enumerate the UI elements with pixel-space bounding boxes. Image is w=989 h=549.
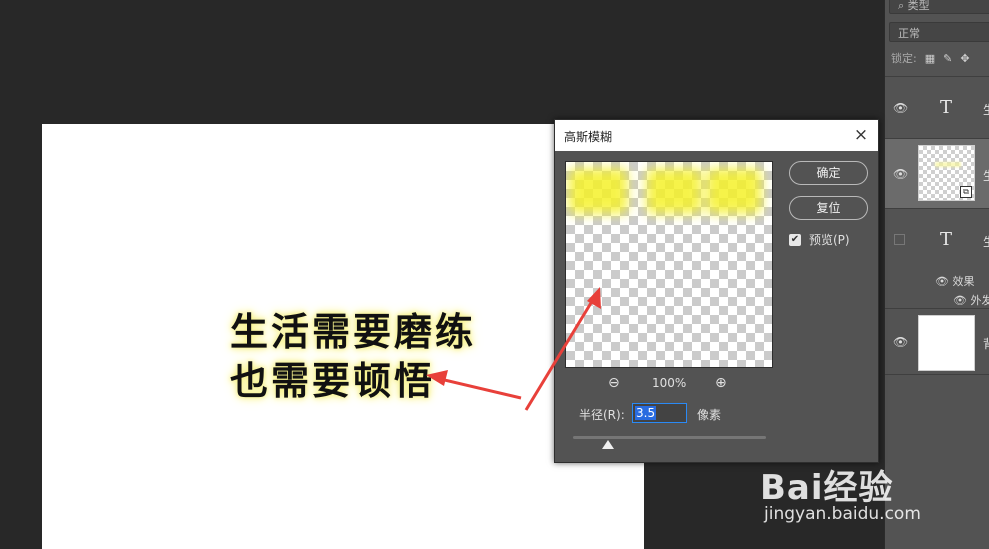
eye-icon[interactable]: 👁 xyxy=(893,167,908,181)
effect-item-row[interactable]: 👁 外发 xyxy=(953,292,989,308)
visibility-toggle-off[interactable] xyxy=(894,234,905,245)
text-layer-icon: T xyxy=(940,97,953,118)
radius-unit: 像素 xyxy=(697,408,722,422)
effects-label: 效果 xyxy=(952,275,975,288)
layer-kind-filter[interactable]: ⌕ 类型 xyxy=(889,0,989,14)
layer-name: 生 xyxy=(983,101,989,118)
radius-input[interactable]: 3.5 xyxy=(632,403,687,423)
blend-mode-select[interactable]: 正常 xyxy=(889,22,989,42)
layer-thumbnail: ⧉ xyxy=(918,145,975,201)
layer-row-text-1[interactable]: 👁 T 生 xyxy=(885,76,989,138)
smart-object-icon: ⧉ xyxy=(960,186,972,198)
effect-eye-icon[interactable]: 👁 xyxy=(953,294,967,307)
effects-eye-icon[interactable]: 👁 xyxy=(935,275,949,288)
lock-move-icon[interactable]: ✥ xyxy=(960,52,969,65)
lock-brush-icon[interactable]: ✎ xyxy=(943,52,952,65)
eye-icon[interactable]: 👁 xyxy=(893,335,908,349)
layer-name: 生 xyxy=(983,233,989,250)
effects-row[interactable]: 👁 效果 xyxy=(935,273,974,289)
blur-preview[interactable] xyxy=(565,161,773,368)
preview-glow-blob xyxy=(568,168,628,214)
layer-row-text-2[interactable]: T 生 👁 效果 👁 外发 xyxy=(885,208,989,308)
watermark-url: jingyan.baidu.com xyxy=(764,504,921,524)
lock-transparency-icon[interactable]: ▦ xyxy=(925,52,935,65)
watermark-brand: Bai经验 xyxy=(760,468,894,508)
canvas-text-line-2: 也需要顿悟 xyxy=(230,358,436,403)
effect-item-label: 外发 xyxy=(970,294,989,307)
layer-name: 生 xyxy=(983,167,989,184)
preview-glow-blob xyxy=(706,168,762,214)
radius-value: 3.5 xyxy=(635,406,657,420)
preview-checkbox-row[interactable]: ✔ 预览(P) xyxy=(789,231,850,248)
dialog-title: 高斯模糊 xyxy=(564,130,613,144)
radius-label: 半径(R): xyxy=(579,408,625,422)
text-layer-icon: T xyxy=(940,229,953,250)
gaussian-blur-dialog: 高斯模糊 × ⊖ 100% ⊕ 确定 复位 ✔ 预览(P) 半径(R): 3.5… xyxy=(554,119,879,463)
zoom-in-icon[interactable]: ⊕ xyxy=(715,375,727,391)
layer-name: 背 xyxy=(983,335,989,352)
zoom-out-icon[interactable]: ⊖ xyxy=(608,375,620,391)
thumbnail-glow xyxy=(935,162,961,167)
preview-label: 预览(P) xyxy=(809,233,850,247)
layer-row-smart-object[interactable]: 👁 ⧉ 生 xyxy=(885,138,989,208)
dialog-titlebar[interactable]: 高斯模糊 × xyxy=(555,120,878,151)
baidu-watermark: Bai经验 jingyan.baidu.com xyxy=(760,440,989,530)
blend-mode-label: 正常 xyxy=(898,27,920,40)
close-button[interactable]: × xyxy=(852,125,870,145)
radius-slider-track[interactable] xyxy=(573,436,766,439)
layer-kind-label: 类型 xyxy=(907,0,930,12)
preview-checkbox[interactable]: ✔ xyxy=(789,233,801,246)
ok-button[interactable]: 确定 xyxy=(789,161,868,185)
lock-label: 锁定: xyxy=(891,52,917,65)
reset-button[interactable]: 复位 xyxy=(789,196,868,220)
canvas-text-line-1: 生活需要磨练 xyxy=(230,309,477,354)
layer-row-background[interactable]: 👁 背 xyxy=(885,308,989,374)
lock-row: 锁定: ▦ ✎ ✥ xyxy=(891,50,970,66)
preview-glow-blob xyxy=(646,168,702,214)
radius-slider-thumb[interactable] xyxy=(601,440,614,449)
eye-icon[interactable]: 👁 xyxy=(893,101,908,115)
layer-thumbnail xyxy=(918,315,975,371)
zoom-percent: 100% xyxy=(652,376,687,390)
